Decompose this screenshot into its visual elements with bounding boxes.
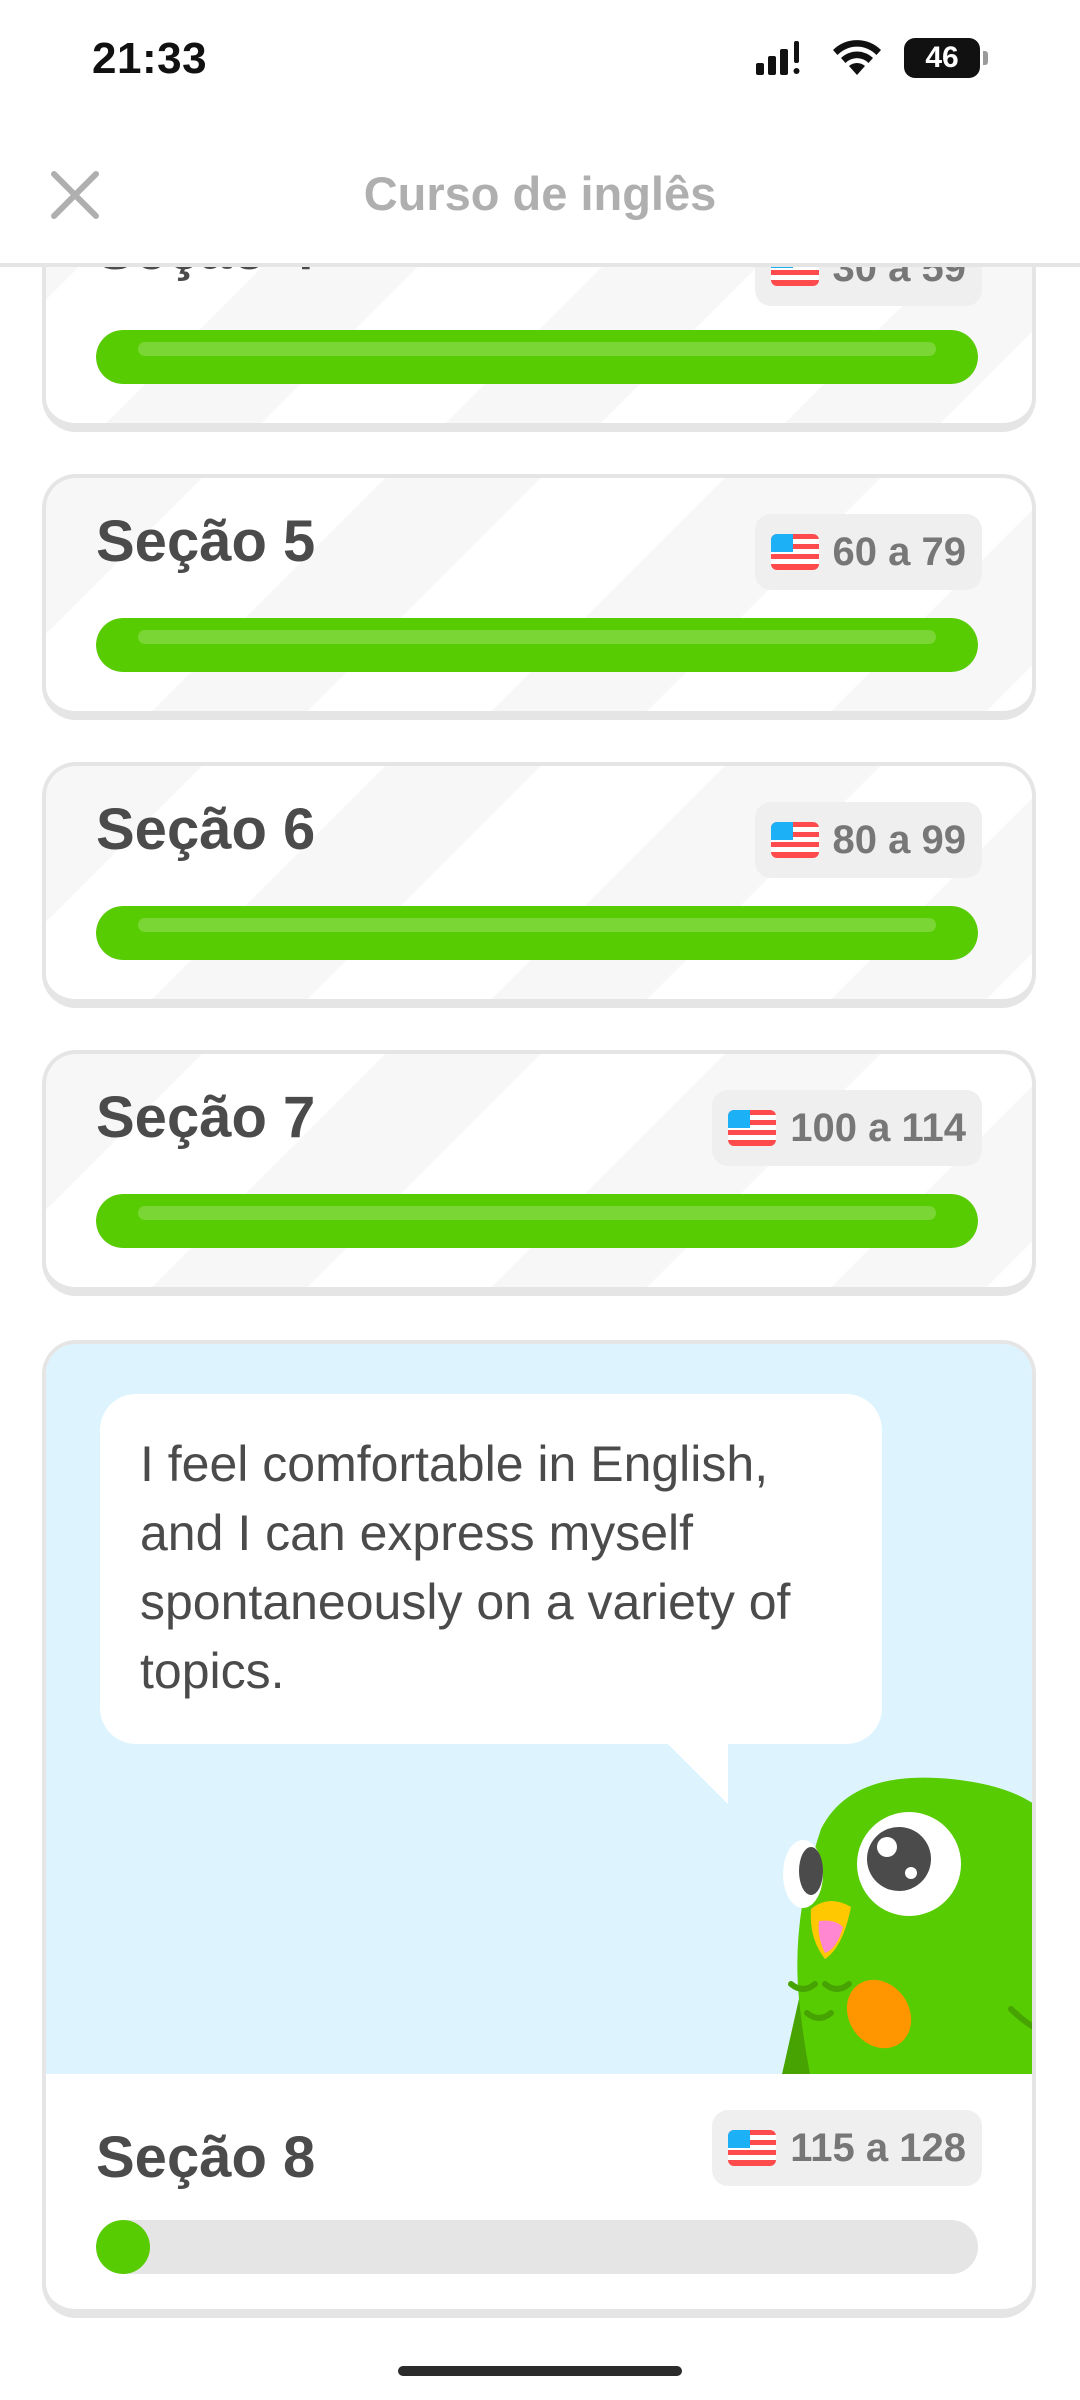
status-time: 21:33 [92,34,208,83]
status-icons: 46 [756,38,988,78]
us-flag-icon [770,822,819,858]
progress-fill [96,618,978,672]
section-card-8[interactable]: I feel comfortable in English, and I can… [42,1340,1036,2318]
owl-mascot-icon [782,1777,1032,2074]
units-range: 80 a 99 [832,817,966,862]
section-title: Seção 8 [96,2125,316,2190]
battery-level: 46 [904,38,980,78]
progress-bar [96,330,978,384]
progress-fill [96,2220,150,2274]
progress-bar [96,618,978,672]
progress-shine [138,1206,936,1220]
units-range: 100 a 114 [790,1105,966,1150]
progress-fill [96,330,978,384]
us-flag-icon [728,2130,777,2166]
progress-shine [138,630,936,644]
section-card-6[interactable]: Seção 6 80 a 99 [42,762,1036,1008]
cellular-signal-icon [756,41,800,75]
course-header: Curso de inglês [0,130,1080,267]
section-title: Seção 7 [96,1085,316,1150]
wifi-icon [833,40,881,75]
page-title: Curso de inglês [363,167,717,220]
section-card-7[interactable]: Seção 7 100 a 114 [42,1050,1036,1296]
progress-fill [96,906,978,960]
section-list[interactable]: Seção 4 30 a 59 Seção 5 60 a 79 [0,0,1080,2400]
units-badge: 60 a 79 [754,514,982,590]
home-indicator[interactable] [398,2366,682,2376]
us-flag-icon [770,534,819,570]
section-title: Seção 5 [96,509,316,574]
units-badge: 100 a 114 [712,1090,982,1166]
units-badge: 115 a 128 [712,2110,982,2186]
units-badge: 80 a 99 [754,802,982,878]
units-range: 115 a 128 [790,2125,966,2170]
progress-bar [96,2220,978,2274]
speech-bubble-tail [666,1742,728,1804]
section-hero: I feel comfortable in English, and I can… [46,1344,1032,2074]
progress-fill [96,1194,978,1248]
section-card-5[interactable]: Seção 5 60 a 79 [42,474,1036,720]
battery-indicator: 46 [904,38,988,78]
section-title: Seção 6 [96,797,316,862]
progress-bar [96,906,978,960]
us-flag-icon [728,1110,777,1146]
speech-bubble: I feel comfortable in English, and I can… [100,1394,882,1744]
status-bar: 21:33 46 [0,0,1080,130]
progress-shine [138,342,936,356]
battery-cap [983,51,988,65]
progress-shine [138,918,936,932]
units-range: 60 a 79 [832,529,966,574]
progress-bar [96,1194,978,1248]
